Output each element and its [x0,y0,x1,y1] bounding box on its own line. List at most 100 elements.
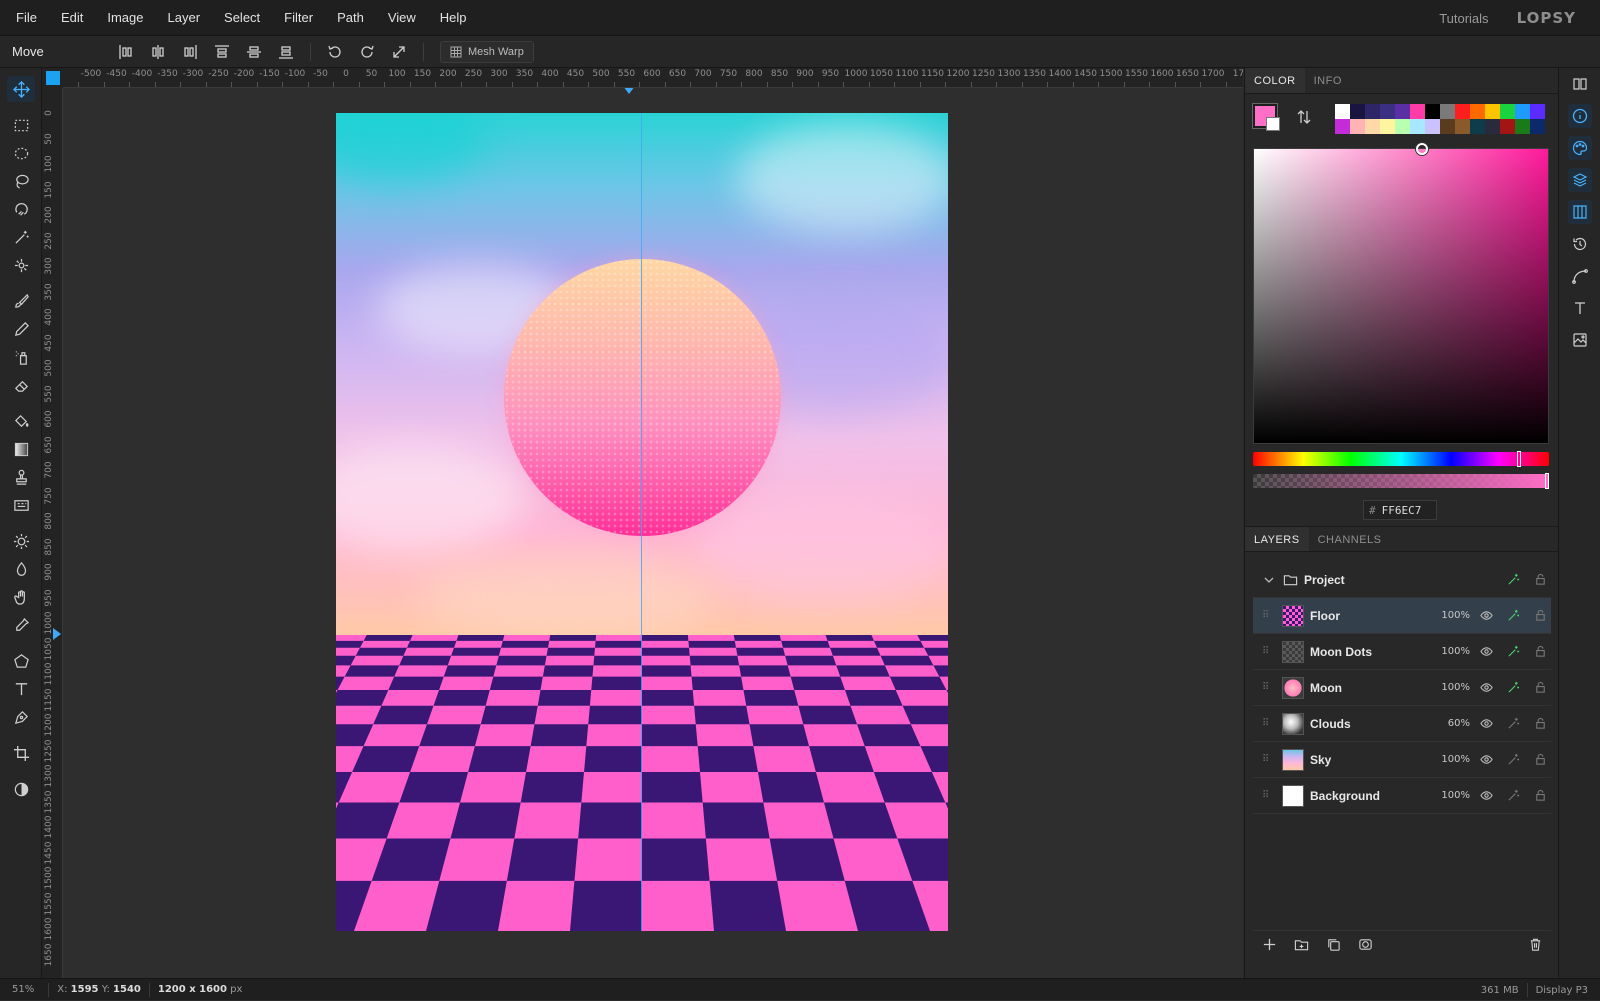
crop-icon[interactable] [7,740,35,766]
palette-swatch[interactable] [1425,104,1440,119]
lasso-icon[interactable] [7,168,35,194]
blur-icon[interactable] [7,556,35,582]
tutorials-link[interactable]: Tutorials [1439,11,1488,26]
palette-swatch[interactable] [1485,104,1500,119]
palette-swatch[interactable] [1440,119,1455,134]
palette-swatch[interactable] [1530,104,1545,119]
palette-swatch[interactable] [1350,104,1365,119]
menu-file[interactable]: File [0,0,49,36]
menu-image[interactable]: Image [95,0,155,36]
ellipse-select-icon[interactable] [7,140,35,166]
layer-row[interactable]: ⠿ Sky 100% [1253,742,1551,778]
dodge-icon[interactable] [7,528,35,554]
palette-swatch[interactable] [1410,119,1425,134]
delete-layer-icon[interactable] [1519,931,1551,959]
tab-color[interactable]: COLOR [1245,68,1305,93]
align-vcenter-icon[interactable] [238,38,270,66]
rotate-right-icon[interactable] [351,38,383,66]
lock-icon[interactable] [1529,677,1551,699]
palette-swatch[interactable] [1515,119,1530,134]
align-bottom-icon[interactable] [270,38,302,66]
eye-icon[interactable] [1475,641,1497,663]
palette-swatch[interactable] [1335,119,1350,134]
history-icon[interactable] [1568,232,1592,256]
hue-slider[interactable] [1253,451,1549,467]
rect-select-icon[interactable] [7,112,35,138]
menu-path[interactable]: Path [325,0,376,36]
alpha-slider-handle[interactable] [1545,473,1549,489]
gradient-icon[interactable] [7,436,35,462]
layer-row[interactable]: ⠿ Clouds 60% [1253,706,1551,742]
text-tool-icon[interactable] [7,676,35,702]
pattern-icon[interactable] [7,492,35,518]
palette-icon[interactable] [1568,136,1592,160]
drag-handle-icon[interactable]: ⠿ [1262,646,1274,657]
tab-layers[interactable]: LAYERS [1245,527,1309,551]
effects-icon[interactable] [1502,749,1524,771]
pen-tool-icon[interactable] [7,704,35,730]
layer-opacity[interactable]: 100% [1436,610,1470,621]
layer-opacity[interactable]: 100% [1436,682,1470,693]
palette-swatch[interactable] [1380,119,1395,134]
effects-icon[interactable] [1502,713,1524,735]
layer-opacity[interactable]: 100% [1436,754,1470,765]
palette-swatch[interactable] [1515,104,1530,119]
paint-bucket-icon[interactable] [7,408,35,434]
drag-handle-icon[interactable]: ⠿ [1262,610,1274,621]
palette-swatch[interactable] [1455,119,1470,134]
layer-mask-icon[interactable] [1349,931,1381,959]
palette-swatch[interactable] [1410,104,1425,119]
magic-wand-icon[interactable] [7,224,35,250]
lock-icon[interactable] [1529,785,1551,807]
brush-icon[interactable] [7,288,35,314]
add-layer-icon[interactable] [1253,931,1285,959]
drag-handle-icon[interactable]: ⠿ [1262,790,1274,801]
tab-channels[interactable]: CHANNELS [1309,527,1391,551]
chevron-down-icon[interactable] [1263,574,1275,586]
paths-icon[interactable] [1568,264,1592,288]
swap-colors-icon[interactable] [1295,108,1313,126]
color-picker-cursor[interactable] [1416,143,1428,155]
stamp-icon[interactable] [7,464,35,490]
palette-swatch[interactable] [1425,119,1440,134]
duplicate-layer-icon[interactable] [1317,931,1349,959]
layer-row[interactable]: ⠿ Background 100% [1253,778,1551,814]
canvas-workspace[interactable] [63,88,1243,978]
align-hcenter-icon[interactable] [142,38,174,66]
lock-icon[interactable] [1529,641,1551,663]
layer-row[interactable]: ⠿ Floor 100% [1253,598,1551,634]
mesh-warp-button[interactable]: Mesh Warp [440,40,534,63]
document-canvas[interactable] [336,113,948,931]
zoom-level[interactable]: 51% [0,984,34,995]
menu-edit[interactable]: Edit [49,0,95,36]
menu-view[interactable]: View [376,0,428,36]
drag-handle-icon[interactable]: ⠿ [1262,754,1274,765]
character-icon[interactable] [1568,296,1592,320]
menu-filter[interactable]: Filter [272,0,325,36]
palette-swatch[interactable] [1365,119,1380,134]
spray-icon[interactable] [7,344,35,370]
eye-icon[interactable] [1475,785,1497,807]
alpha-slider[interactable] [1253,473,1549,489]
palette-swatch[interactable] [1500,119,1515,134]
layer-opacity[interactable]: 60% [1436,718,1470,729]
lock-icon[interactable] [1529,569,1551,591]
book-icon[interactable] [1568,72,1592,96]
effects-icon[interactable] [1502,677,1524,699]
info-icon[interactable] [1568,104,1592,128]
smudge-icon[interactable] [7,584,35,610]
rotate-left-icon[interactable] [319,38,351,66]
image-adjust-icon[interactable] [1568,328,1592,352]
effects-icon[interactable] [1502,641,1524,663]
palette-swatch[interactable] [1380,104,1395,119]
palette-swatch[interactable] [1485,119,1500,134]
shape-icon[interactable] [7,648,35,674]
tab-info[interactable]: INFO [1305,68,1351,93]
guide-marker-top[interactable] [623,88,635,95]
eye-icon[interactable] [1475,677,1497,699]
layer-opacity[interactable]: 100% [1436,790,1470,801]
eye-icon[interactable] [1475,713,1497,735]
channels-icon[interactable] [1568,200,1592,224]
layer-group-project[interactable]: Project [1253,562,1551,598]
contrast-icon[interactable] [7,776,35,802]
